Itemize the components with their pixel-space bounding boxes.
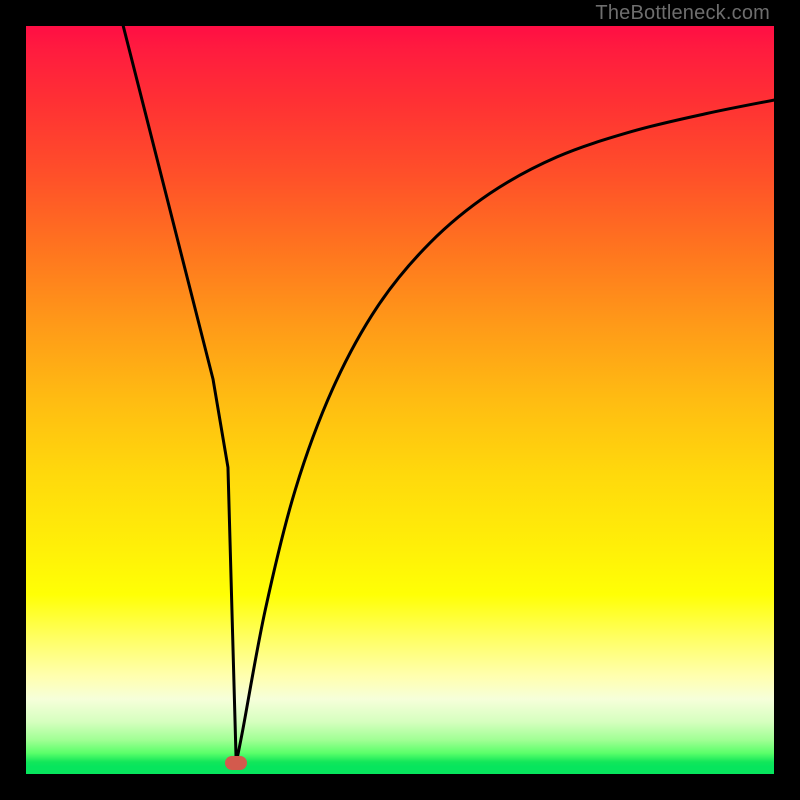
chart-frame (26, 26, 774, 774)
bottleneck-curve (26, 26, 774, 774)
attribution-text: TheBottleneck.com (595, 2, 770, 25)
minimum-marker (225, 756, 247, 770)
